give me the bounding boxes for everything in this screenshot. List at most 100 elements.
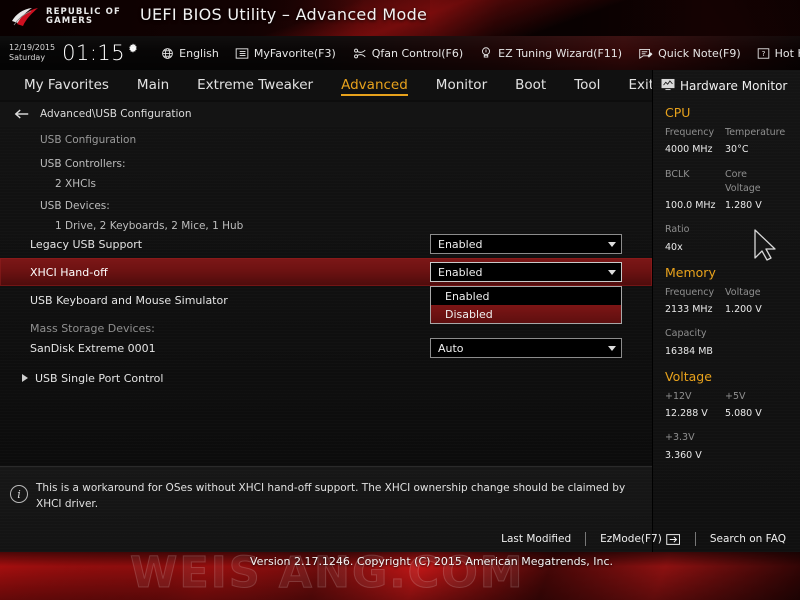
toolbar-label: English — [179, 46, 219, 60]
rog-eye-icon — [10, 5, 40, 29]
info-xhci-count: 2 XHCIs — [55, 178, 97, 190]
setting-label: USB Keyboard and Mouse Simulator — [30, 293, 228, 307]
info-icon: i — [10, 485, 28, 503]
metric-key: Capacity — [665, 328, 707, 340]
toolbar-item-hot-keys[interactable]: ? Hot Keys — [757, 47, 800, 60]
chevron-down-icon — [608, 241, 616, 247]
tab-boot[interactable]: Boot — [515, 75, 546, 95]
date-label: 12/19/2015 — [9, 43, 56, 52]
info-usb-devices: USB Devices: — [40, 200, 110, 212]
breadcrumb-path: Advanced\USB Configuration — [40, 108, 192, 120]
metric-key: Frequency — [665, 127, 715, 138]
metric-key: BCLK — [665, 168, 690, 180]
monitor-row: Ratio — [665, 223, 800, 237]
sidebar-group-memory: Memory Frequency Voltage 2133 MHz 1.200 … — [653, 265, 800, 359]
tab-main[interactable]: Main — [137, 75, 169, 95]
monitor-row: 100.0 MHz 1.280 V — [665, 199, 800, 213]
info-usb-configuration: USB Configuration — [40, 134, 137, 146]
toolbar-label: Hot Keys — [774, 46, 800, 60]
footer-bar: Version 2.17.1246. Copyright (C) 2015 Am… — [0, 552, 800, 600]
back-arrow-icon[interactable] — [14, 108, 30, 120]
metric-key: +12V — [665, 390, 692, 402]
metric-value: 2133 MHz — [665, 304, 713, 315]
settings-pane: USB Configuration USB Controllers: 2 XHC… — [0, 126, 652, 466]
metric-key: Voltage — [725, 286, 761, 298]
metric-value: 1.280 V — [725, 200, 762, 211]
arrow-right-box-icon[interactable] — [666, 533, 681, 546]
sandisk-extreme-combo[interactable]: Auto — [430, 338, 622, 358]
tab-exit[interactable]: Exit — [628, 75, 654, 95]
group-title: Memory — [665, 264, 716, 280]
xhci-hand-off-combo[interactable]: Enabled — [430, 262, 622, 282]
monitor-row: Frequency Temperature — [665, 126, 800, 140]
setting-row-legacy-usb-support[interactable]: Legacy USB Support Enabled — [0, 230, 652, 258]
monitor-row: 40x — [665, 241, 800, 255]
metric-value: 5.080 V — [725, 408, 762, 419]
top-toolbar: 12/19/2015 Saturday 01:15 English MyFavo… — [0, 36, 800, 70]
monitor-row: BCLK Core Voltage — [665, 168, 800, 197]
metric-key: Ratio — [665, 224, 690, 236]
metric-value: 40x — [665, 241, 683, 253]
hardware-monitor-title: Hardware Monitor — [680, 78, 788, 93]
tab-my-favorites[interactable]: My Favorites — [24, 75, 109, 95]
footer-link-last-modified[interactable]: Last Modified — [501, 533, 571, 545]
footer-link-ezmode[interactable]: EzMode(F7) — [600, 533, 662, 545]
bios-screen: REPUBLIC OF GAMERS UEFI BIOS Utility – A… — [0, 0, 800, 600]
monitor-row: Frequency Voltage — [665, 286, 800, 300]
tab-tool[interactable]: Tool — [574, 75, 600, 95]
setting-row-xhci-hand-off[interactable]: XHCI Hand-off Enabled — [0, 258, 652, 286]
tab-advanced[interactable]: Advanced — [341, 75, 408, 96]
group-title: CPU — [665, 105, 691, 120]
hardware-monitor-sidebar: Hardware Monitor CPU Frequency Temperatu… — [652, 70, 800, 552]
dropdown-option-enabled[interactable]: Enabled — [431, 287, 621, 305]
toolbar-label: MyFavorite(F3) — [253, 46, 336, 60]
toolbar-item-quick-note[interactable]: Quick Note(F9) — [638, 47, 741, 60]
breadcrumb: Advanced\USB Configuration — [0, 102, 652, 126]
metric-key: +5V — [725, 390, 746, 402]
keyboard-icon: ? — [757, 47, 770, 60]
monitor-row: Capacity — [665, 327, 800, 341]
sidebar-group-voltage: Voltage +12V +5V 12.288 V 5.080 V +3.3V … — [653, 369, 800, 463]
gear-icon[interactable] — [127, 40, 139, 59]
page-title: UEFI BIOS Utility – Advanced Mode — [140, 5, 428, 24]
monitor-row: 3.360 V — [665, 449, 800, 463]
globe-icon — [161, 47, 174, 60]
submenu-label: USB Single Port Control — [35, 371, 164, 385]
clock-label: 01:15 — [62, 41, 126, 65]
combo-value: Enabled — [438, 237, 483, 251]
setting-row-sandisk-extreme[interactable]: SanDisk Extreme 0001 Auto — [0, 334, 652, 362]
tab-extreme-tweaker[interactable]: Extreme Tweaker — [197, 75, 313, 95]
hardware-monitor-header: Hardware Monitor — [653, 70, 800, 95]
main-nav: My Favorites Main Extreme Tweaker Advanc… — [0, 70, 654, 100]
combo-value: Enabled — [438, 265, 483, 279]
submenu-usb-single-port-control[interactable]: USB Single Port Control — [0, 364, 652, 392]
toolbar-label: Qfan Control(F6) — [371, 46, 464, 60]
toolbar-item-myfavorite[interactable]: MyFavorite(F3) — [235, 47, 336, 60]
footer-divider — [694, 532, 696, 546]
footer-link-search-faq[interactable]: Search on FAQ — [710, 533, 786, 545]
weekday-label: Saturday — [9, 53, 46, 62]
fan-icon — [352, 47, 367, 60]
legacy-usb-support-combo[interactable]: Enabled — [430, 234, 622, 254]
footer-links-bar: Last Modified EzMode(F7) Search on FAQ — [0, 526, 800, 552]
metric-value: 3.360 V — [665, 449, 702, 461]
tab-monitor[interactable]: Monitor — [436, 75, 487, 95]
monitor-row: 16384 MB — [665, 345, 800, 359]
note-icon — [638, 47, 653, 60]
monitor-row: +3.3V — [665, 431, 800, 445]
version-label: Version 2.17.1246. Copyright (C) 2015 Am… — [250, 555, 614, 568]
toolbar-item-qfan[interactable]: Qfan Control(F6) — [352, 47, 463, 60]
title-bar: REPUBLIC OF GAMERS UEFI BIOS Utility – A… — [0, 0, 800, 36]
setting-label: Legacy USB Support — [30, 237, 143, 251]
chevron-down-icon — [608, 345, 616, 351]
dropdown-option-disabled[interactable]: Disabled — [431, 305, 621, 323]
toolbar-item-ez-tuning[interactable]: EZ Tuning Wizard(F11) — [479, 46, 622, 60]
metric-key: +3.3V — [665, 432, 695, 444]
xhci-hand-off-dropdown[interactable]: Enabled Disabled — [430, 286, 622, 324]
toolbar-label: Quick Note(F9) — [658, 46, 741, 60]
monitor-row: 12.288 V 5.080 V — [665, 407, 800, 421]
metric-value: 100.0 MHz — [665, 200, 716, 211]
metric-value: 1.200 V — [725, 304, 762, 315]
triangle-right-icon — [22, 374, 28, 382]
toolbar-item-english[interactable]: English — [161, 47, 219, 60]
